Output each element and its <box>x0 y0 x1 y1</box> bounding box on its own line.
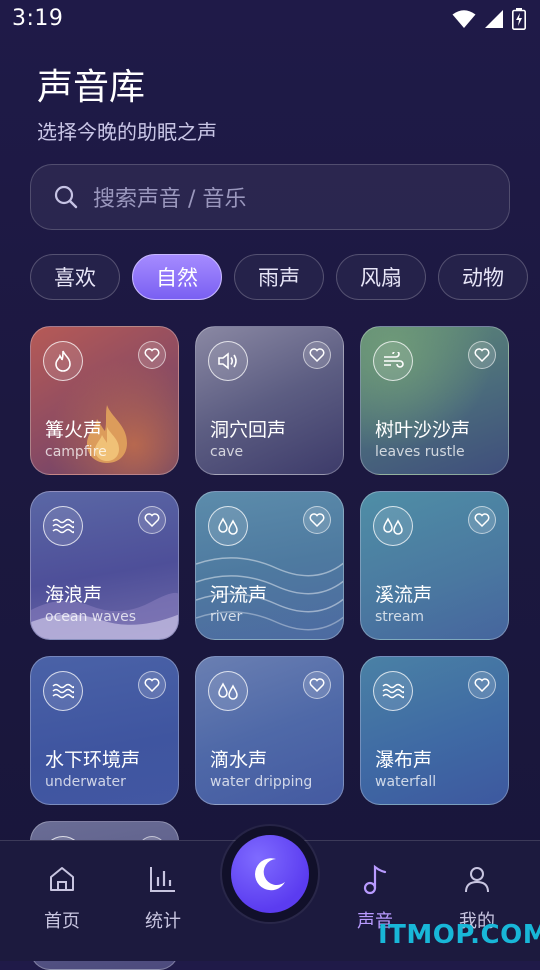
drops-icon <box>208 506 248 546</box>
sound-name: 溪流声 <box>375 584 433 606</box>
heart-icon <box>474 513 490 527</box>
sound-card-waterfall[interactable]: 瀑布声 waterfall <box>360 656 509 805</box>
sound-card-cave[interactable]: 洞穴回声 cave <box>195 326 344 475</box>
nav-home[interactable]: 首页 <box>17 841 107 961</box>
nav-label: 统计 <box>145 911 181 932</box>
favorite-button[interactable] <box>468 671 496 699</box>
waves-icon <box>43 671 83 711</box>
wifi-icon <box>452 10 476 28</box>
status-time: 3:19 <box>12 6 64 31</box>
sound-name: 滴水声 <box>210 749 268 771</box>
favorite-button[interactable] <box>303 341 331 369</box>
tab-fan[interactable]: 风扇 <box>336 254 426 300</box>
search-placeholder: 搜索声音 / 音乐 <box>93 187 247 212</box>
nav-stats[interactable]: 统计 <box>118 841 208 961</box>
moon-icon <box>255 858 285 891</box>
wind-icon <box>373 341 413 381</box>
heart-icon <box>474 348 490 362</box>
sound-name-en: campfire <box>45 444 107 460</box>
sound-card-ocean[interactable]: 海浪声 ocean waves <box>30 491 179 640</box>
heart-icon <box>309 678 325 692</box>
sound-name: 瀑布声 <box>375 749 433 771</box>
heart-icon <box>309 348 325 362</box>
sound-card-leaves[interactable]: 树叶沙沙声 leaves rustle <box>360 326 509 475</box>
home-icon <box>50 867 74 891</box>
favorite-button[interactable] <box>138 671 166 699</box>
sound-name-en: water dripping <box>210 774 313 790</box>
speaker-icon <box>208 341 248 381</box>
status-bar: 3:19 <box>0 0 540 38</box>
page-subtitle: 选择今晚的助眠之声 <box>37 120 217 144</box>
tab-animals[interactable]: 动物 <box>438 254 528 300</box>
sound-name: 洞穴回声 <box>210 419 287 441</box>
tab-rain[interactable]: 雨声 <box>234 254 324 300</box>
category-tabs: 喜欢 自然 雨声 风扇 动物 <box>30 254 540 302</box>
drops-icon <box>208 671 248 711</box>
tab-favorites[interactable]: 喜欢 <box>30 254 120 300</box>
drops-icon <box>373 506 413 546</box>
sound-card-underwater[interactable]: 水下环境声 underwater <box>30 656 179 805</box>
heart-icon <box>309 513 325 527</box>
sound-name: 篝火声 <box>45 419 103 441</box>
sound-name-en: waterfall <box>375 774 437 790</box>
flame-icon <box>43 341 83 381</box>
sound-name-en: river <box>210 609 243 625</box>
search-input[interactable]: 搜索声音 / 音乐 <box>30 164 510 230</box>
heart-icon <box>144 348 160 362</box>
sound-name: 海浪声 <box>45 584 103 606</box>
sleep-mode-button[interactable] <box>222 826 318 922</box>
sound-card-river[interactable]: 河流声 river <box>195 491 344 640</box>
signal-icon <box>485 10 503 28</box>
sound-name-en: underwater <box>45 774 126 790</box>
heart-icon <box>144 513 160 527</box>
waves-icon <box>373 671 413 711</box>
sound-name-en: stream <box>375 609 425 625</box>
tab-nature[interactable]: 自然 <box>132 254 222 300</box>
sound-name: 河流声 <box>210 584 268 606</box>
nav-label: 首页 <box>44 911 80 932</box>
heart-icon <box>474 678 490 692</box>
music-note-icon <box>363 864 387 895</box>
watermark: ITMOP.COM <box>378 920 540 950</box>
user-icon <box>465 867 489 893</box>
favorite-button[interactable] <box>303 506 331 534</box>
sound-card-stream[interactable]: 溪流声 stream <box>360 491 509 640</box>
sound-card-dripping[interactable]: 滴水声 water dripping <box>195 656 344 805</box>
favorite-button[interactable] <box>303 671 331 699</box>
search-icon <box>54 185 78 209</box>
sound-name-en: leaves rustle <box>375 444 465 460</box>
favorite-button[interactable] <box>138 341 166 369</box>
sound-name-en: cave <box>210 444 244 460</box>
sound-name-en: ocean waves <box>45 609 136 625</box>
waves-icon <box>43 506 83 546</box>
favorite-button[interactable] <box>138 506 166 534</box>
battery-icon <box>512 8 526 30</box>
favorite-button[interactable] <box>468 341 496 369</box>
status-icons <box>452 8 526 30</box>
favorite-button[interactable] <box>468 506 496 534</box>
chart-icon <box>150 867 175 892</box>
sound-name: 树叶沙沙声 <box>375 419 471 441</box>
page-title: 声音库 <box>37 67 146 108</box>
sound-card-campfire[interactable]: 篝火声 campfire <box>30 326 179 475</box>
heart-icon <box>144 678 160 692</box>
sound-name: 水下环境声 <box>45 749 141 771</box>
